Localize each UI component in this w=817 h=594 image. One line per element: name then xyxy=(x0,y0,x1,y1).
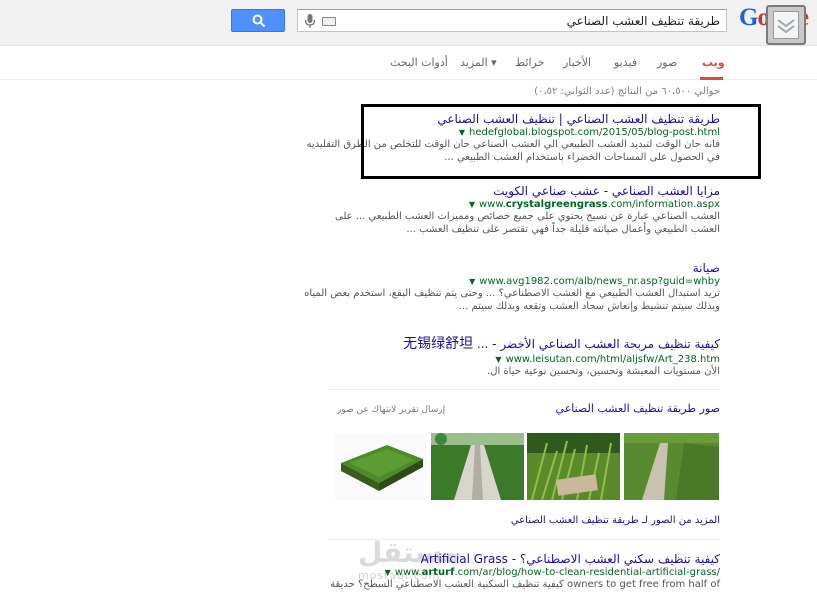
images-report-link[interactable]: إرسال تقرير لانتهاك عن صور xyxy=(337,405,445,415)
search-result: كيفية تنظيف سكني العشب الاصطناعي؟ - Arti… xyxy=(330,552,720,591)
search-result: صيانة ▼ www.avg1982.com/alb/news_nr.asp?g… xyxy=(304,261,720,313)
active-tab-indicator xyxy=(700,77,723,80)
result-url[interactable]: ▼ www.avg1982.com/alb/news_nr.asp?guid=wh… xyxy=(304,276,720,287)
result-url[interactable]: ▼ www.leisutan.com/html/aljsfw/Art_238.ht… xyxy=(403,354,720,365)
result-snippet-line: العشب الطبيعي وأعمال صيانته قليلة جداً ف… xyxy=(406,224,720,235)
document-icon xyxy=(773,11,799,39)
result-title[interactable]: مزايا العشب الصناعي - عشب صناعي الكويت xyxy=(335,184,720,198)
search-result: مزايا العشب الصناعي - عشب صناعي الكويت ▼… xyxy=(335,184,720,236)
tab-web[interactable]: ويب xyxy=(702,56,725,69)
header-bar: Google xyxy=(0,0,817,46)
tab-news[interactable]: الأخبار xyxy=(563,56,591,69)
caret-down-icon[interactable]: ▼ xyxy=(469,200,475,209)
result-title[interactable]: كيفية تنظيف مربحة العشب الصناعي الأخضر -… xyxy=(403,333,720,353)
result-snippet-line: تريد استبدال العشب الطبيعي مع العشب الاص… xyxy=(304,288,720,299)
highlight-frame xyxy=(361,104,761,179)
tab-videos[interactable]: فيديو xyxy=(614,56,637,69)
image-thumbnail[interactable] xyxy=(624,433,719,500)
result-snippet-line: الأن مستويات المعيشة وتحسين، وتحسين نوعي… xyxy=(487,366,720,377)
result-url[interactable]: ▼ www.crystalgreengrass.com/information.a… xyxy=(335,199,720,210)
tab-search-tools[interactable]: أدوات البحث xyxy=(390,56,448,69)
tab-more[interactable]: المزيد ▾ xyxy=(460,56,497,69)
search-box[interactable] xyxy=(297,9,727,32)
microphone-icon[interactable] xyxy=(304,13,316,29)
search-icon xyxy=(252,14,266,28)
image-thumbnail[interactable] xyxy=(431,433,524,500)
result-snippet-line: العشب الصناعي عبارة عن نسيج يحتوي على جم… xyxy=(335,211,720,222)
keyboard-icon[interactable] xyxy=(322,17,336,26)
result-snippet-line: وبذلك سيتم تنشيط وإنعاش سجاد العشب وتقعه… xyxy=(458,301,720,312)
result-url[interactable]: ▼ www.arturf.com/ar/blog/how-to-clean-res… xyxy=(330,567,720,578)
result-title[interactable]: صيانة xyxy=(304,261,720,275)
overlay-app-icon[interactable] xyxy=(766,5,806,45)
section-divider xyxy=(330,389,720,390)
result-stats: حوالي ٦٠،٥٠٠ من النتائج (عدد الثواني: ٠،… xyxy=(534,86,720,97)
caret-down-icon[interactable]: ▼ xyxy=(385,568,391,577)
result-title[interactable]: كيفية تنظيف سكني العشب الاصطناعي؟ - Arti… xyxy=(330,552,720,566)
tab-maps[interactable]: خرائط xyxy=(515,56,544,69)
image-thumbnail[interactable] xyxy=(527,433,620,500)
result-snippet-line: owners to get free from half of كيفية تن… xyxy=(330,579,720,590)
images-section-title[interactable]: صور طريقة تنظيف العشب الصناعي xyxy=(556,402,720,415)
search-input[interactable] xyxy=(360,12,720,29)
image-thumbnail[interactable] xyxy=(335,433,427,500)
search-button[interactable] xyxy=(231,9,285,32)
more-images-link[interactable]: المزيد من الصور لـ طريقة تنظيف العشب الص… xyxy=(511,515,720,526)
tab-images[interactable]: صور xyxy=(657,56,677,69)
search-result: كيفية تنظيف مربحة العشب الصناعي الأخضر -… xyxy=(403,333,720,378)
caret-down-icon[interactable]: ▼ xyxy=(495,355,501,364)
caret-down-icon[interactable]: ▼ xyxy=(469,277,475,286)
search-tabs: ويب صور فيديو الأخبار خرائط المزيد ▾ أدو… xyxy=(0,46,817,80)
